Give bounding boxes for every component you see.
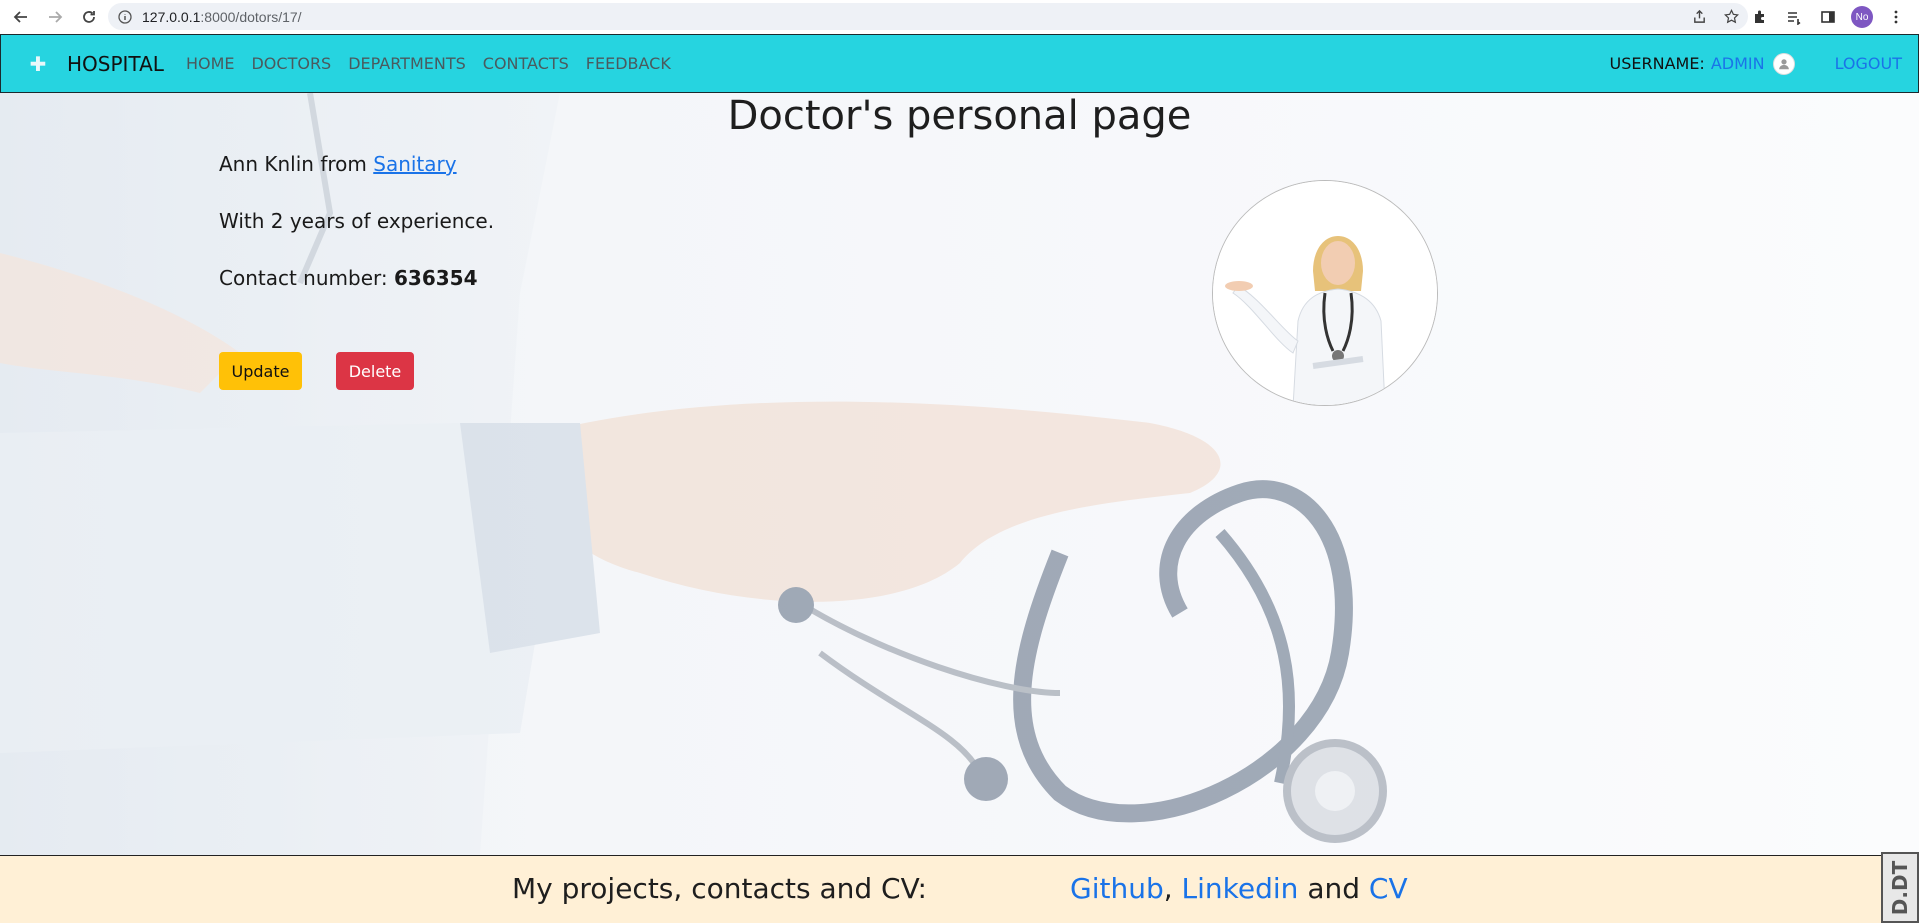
nav-departments[interactable]: DEPARTMENTS bbox=[348, 54, 466, 73]
nav-feedback[interactable]: FEEDBACK bbox=[586, 54, 671, 73]
footer: My projects, contacts and CV: Github, Li… bbox=[0, 855, 1919, 923]
page-title: Doctor's personal page bbox=[727, 93, 1192, 139]
back-arrow-icon[interactable] bbox=[8, 4, 34, 30]
contact-label: Contact number: bbox=[219, 266, 388, 290]
experience-text: With 2 years of experience. bbox=[219, 209, 495, 233]
extensions-icon[interactable] bbox=[1749, 6, 1771, 28]
menu-dots-icon[interactable] bbox=[1885, 6, 1907, 28]
profile-avatar[interactable]: No bbox=[1851, 6, 1873, 28]
address-bar[interactable]: 127.0.0.1:8000/dotors/17/ bbox=[108, 3, 1748, 30]
doctor-photo bbox=[1212, 180, 1438, 406]
footer-comma: , bbox=[1163, 872, 1173, 905]
plus-logo-icon: ✚ bbox=[29, 51, 47, 76]
url-text: 127.0.0.1:8000/dotors/17/ bbox=[142, 8, 302, 25]
main-content: Doctor's personal page Ann Knlin from Sa… bbox=[0, 93, 1919, 855]
footer-links: Github, Linkedin and CV bbox=[1070, 872, 1408, 905]
reload-icon[interactable] bbox=[76, 4, 102, 30]
doctor-name-line: Ann Knlin from Sanitary bbox=[219, 152, 457, 176]
contact-number: 636354 bbox=[393, 266, 478, 290]
department-link[interactable]: Sanitary bbox=[373, 152, 456, 176]
delete-button[interactable]: Delete bbox=[336, 352, 414, 390]
doctor-name: Ann Knlin bbox=[219, 152, 314, 176]
username-label: USERNAME: bbox=[1609, 54, 1705, 73]
site-navbar: ✚ HOSPITAL HOME DOCTORS DEPARTMENTS CONT… bbox=[0, 34, 1919, 93]
cv-link[interactable]: CV bbox=[1369, 872, 1408, 905]
reading-list-icon[interactable] bbox=[1783, 6, 1805, 28]
footer-label: My projects, contacts and CV: bbox=[512, 872, 927, 905]
share-icon[interactable] bbox=[1690, 7, 1708, 25]
from-word: from bbox=[320, 152, 367, 176]
ddt-badge[interactable]: D.DT bbox=[1881, 852, 1919, 923]
site-info-icon[interactable] bbox=[118, 9, 132, 24]
nav-doctors[interactable]: DOCTORS bbox=[251, 54, 331, 73]
github-link[interactable]: Github bbox=[1070, 872, 1164, 905]
brand-name[interactable]: HOSPITAL bbox=[67, 52, 164, 76]
contact-line: Contact number: 636354 bbox=[219, 266, 477, 290]
linkedin-link[interactable]: Linkedin bbox=[1182, 872, 1299, 905]
username-link[interactable]: ADMIN bbox=[1711, 54, 1765, 73]
update-button[interactable]: Update bbox=[219, 352, 302, 390]
side-panel-icon[interactable] bbox=[1817, 6, 1839, 28]
nav-links: HOME DOCTORS DEPARTMENTS CONTACTS FEEDBA… bbox=[186, 54, 671, 73]
background-doctor-stethoscope-image bbox=[0, 93, 1387, 855]
nav-contacts[interactable]: CONTACTS bbox=[483, 54, 569, 73]
footer-and-word: and bbox=[1307, 872, 1361, 905]
bookmark-star-icon[interactable] bbox=[1722, 7, 1740, 25]
browser-toolbar: 127.0.0.1:8000/dotors/17/ No bbox=[0, 0, 1919, 34]
forward-arrow-icon[interactable] bbox=[42, 4, 68, 30]
logout-link[interactable]: LOGOUT bbox=[1835, 54, 1902, 73]
nav-home[interactable]: HOME bbox=[186, 54, 235, 73]
user-avatar-icon[interactable] bbox=[1772, 52, 1795, 75]
